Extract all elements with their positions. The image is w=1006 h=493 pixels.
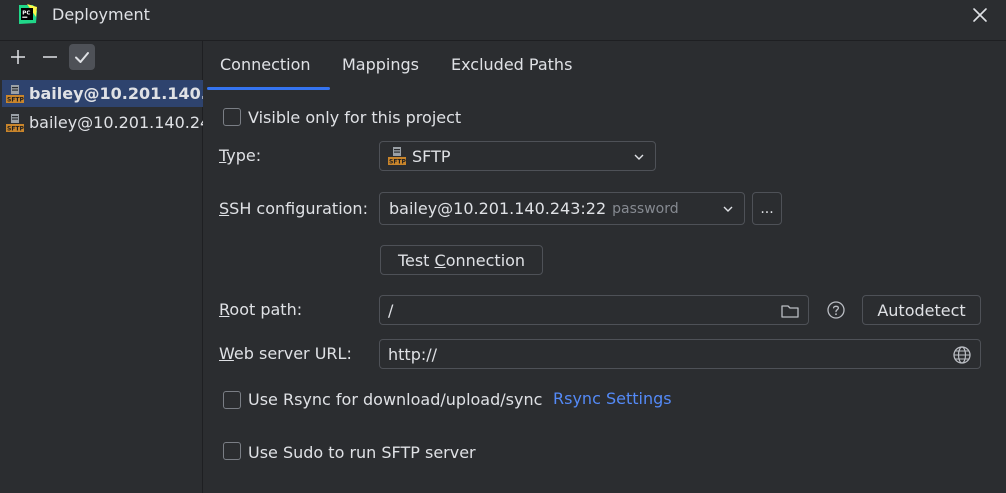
web-url-label: Web server URL: [219,344,352,363]
tab-mappings[interactable]: Mappings [342,55,419,74]
ssh-auth-hint: password [612,200,679,217]
autodetect-button[interactable]: Autodetect [862,295,981,325]
sftp-badge: SFTP [7,96,25,103]
rsync-label: Use Rsync for download/upload/sync [248,390,543,409]
visible-only-checkbox[interactable] [223,108,241,126]
web-url-value: http:// [388,344,438,364]
root-label-text: oot path: [229,300,303,319]
test-connection-mnemonic: C [434,250,446,270]
sudo-label: Use Sudo to run SFTP server [248,443,476,462]
sftp-server-icon: SFTP [6,113,25,132]
sftp-badge: SFTP [7,125,25,132]
server-item-label: bailey@10.201.140.2 [29,84,203,103]
ssh-label-text: SH configuration: [229,199,368,218]
type-label: Type: [219,146,261,165]
type-value: SFTP [412,146,451,166]
server-item-label: bailey@10.201.140.243 [29,113,203,132]
ssh-label-mnemonic: S [219,199,230,218]
sudo-checkbox[interactable] [223,442,241,460]
type-select[interactable]: SFTP SFTP [379,141,656,171]
type-label-text: ype: [226,146,262,165]
settings-panel: Connection Mappings Excluded Paths Visib… [204,41,1006,493]
plus-icon [11,50,25,64]
add-server-button[interactable] [5,44,31,70]
rsync-settings-link[interactable]: Rsync Settings [553,389,672,408]
root-label-mnemonic: R [219,300,230,319]
root-path-value: / [388,300,394,320]
app-logo-text: PC [22,11,30,17]
test-connection-label-pre: Test [397,250,435,270]
sftp-server-icon: SFTP [6,84,25,103]
minus-icon [43,56,57,58]
web-label-text: eb server URL: [233,344,352,363]
active-tab-indicator [207,87,330,90]
rsync-checkbox[interactable] [223,391,241,409]
chevron-down-icon [634,154,644,160]
test-connection-label-post: onnection [445,250,526,270]
sftp-icon: SFTP [388,147,407,166]
root-path-input[interactable]: / [379,295,809,325]
pycharm-logo-icon: PC [19,4,37,24]
ssh-config-value: bailey@10.201.140.243:22 [389,199,607,218]
window-title: Deployment [52,5,150,24]
remove-server-button[interactable] [37,44,63,70]
checkmark-icon [75,52,89,63]
ssh-config-label: SSH configuration: [219,199,368,218]
root-path-label: Root path: [219,300,302,319]
set-default-button[interactable] [69,44,95,70]
web-url-input[interactable]: http:// [379,339,981,369]
ssh-config-select[interactable]: bailey@10.201.140.243:22 password [379,192,745,225]
folder-icon[interactable] [780,301,800,321]
visible-only-label: Visible only for this project [248,108,462,127]
close-icon[interactable] [969,4,991,26]
server-item-2[interactable]: SFTP bailey@10.201.140.243 [2,109,203,136]
sftp-badge: SFTP [389,159,407,166]
globe-icon[interactable] [952,345,972,365]
web-label-mnemonic: W [219,344,234,363]
help-icon[interactable] [826,300,846,320]
title-bar: PC Deployment [0,0,1006,30]
tab-connection[interactable]: Connection [220,55,311,74]
server-item-1[interactable]: SFTP bailey@10.201.140.2 [2,80,203,107]
ssh-config-more-button[interactable]: ... [752,192,782,225]
chevron-down-icon [723,206,733,212]
server-list-panel: SFTP bailey@10.201.140.2 SFTP bailey@10.… [0,41,203,493]
test-connection-button[interactable]: Test Connection [380,245,543,275]
tab-excluded-paths[interactable]: Excluded Paths [451,55,572,74]
